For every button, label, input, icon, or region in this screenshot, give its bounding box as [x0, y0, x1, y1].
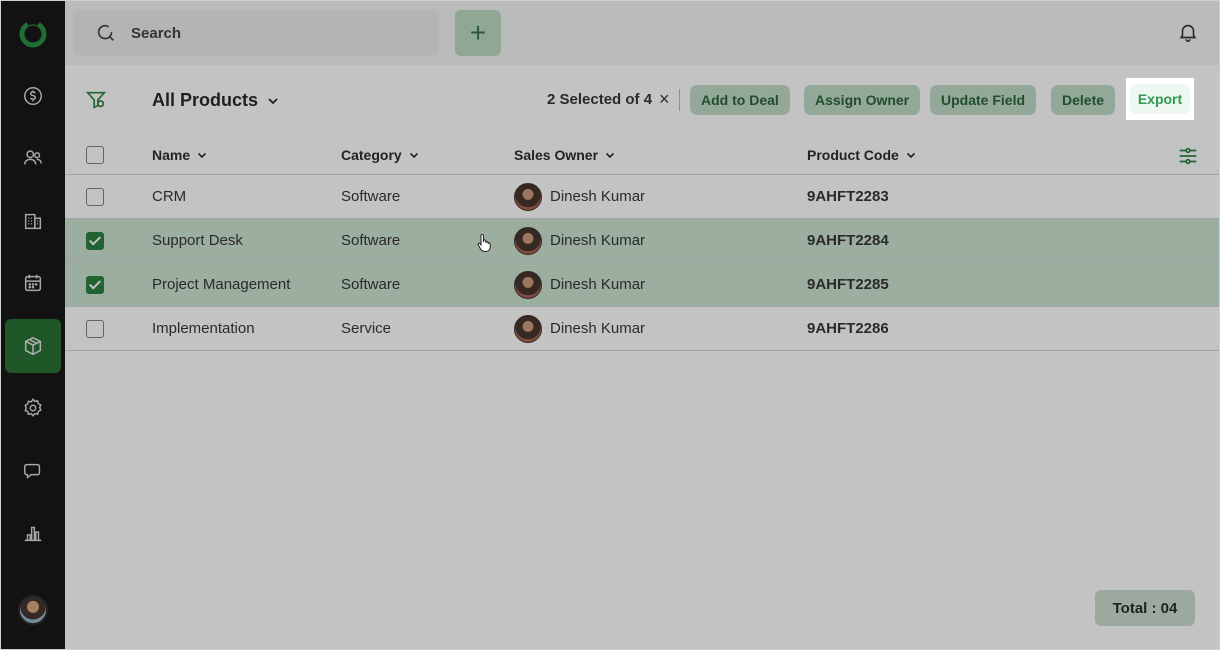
chevron-down-icon: [409, 152, 418, 158]
sales-owner: Dinesh Kumar: [514, 307, 645, 350]
column-header-sales-owner[interactable]: Sales Owner: [514, 135, 616, 174]
product-category: Software: [341, 232, 401, 249]
deals-dollar-icon: [24, 87, 42, 105]
product-code: 9AHFT2284: [807, 232, 889, 249]
column-settings-icon[interactable]: [1177, 145, 1199, 167]
search-placeholder: Search: [131, 24, 182, 42]
add-to-deal-button[interactable]: Add to Deal: [690, 85, 790, 115]
table-header-row: Name Category Sales Owner Product Code: [65, 135, 1219, 175]
sales-owner: Dinesh Kumar: [514, 263, 645, 306]
search-icon: [97, 24, 114, 41]
update-field-button[interactable]: Update Field: [930, 85, 1037, 115]
sidebar-item-products[interactable]: [5, 319, 61, 373]
sidebar-item-contacts[interactable]: [5, 131, 61, 185]
notification-bell-icon[interactable]: [1177, 21, 1199, 43]
selection-count: 2 Selected of 4: [547, 91, 653, 108]
table-row[interactable]: CRM Software Dinesh Kumar 9AHFT2283: [65, 175, 1219, 219]
product-name[interactable]: Implementation: [152, 307, 255, 350]
row-checkbox[interactable]: [86, 319, 104, 338]
product-name[interactable]: Support Desk: [152, 219, 243, 262]
table-row[interactable]: Support Desk Software Dinesh Kumar 9AHFT…: [65, 219, 1219, 263]
view-title: All Products: [152, 90, 259, 110]
row-checkbox[interactable]: [86, 231, 104, 250]
app-window: Search + All Products 2 Selected of 4 × …: [0, 0, 1220, 650]
chat-icon: [24, 463, 41, 479]
settings-gear-icon: [24, 398, 42, 417]
assign-owner-button[interactable]: Assign Owner: [804, 85, 921, 115]
column-header-product-code[interactable]: Product Code: [807, 135, 917, 174]
sidebar: [1, 1, 65, 649]
products-table: Name Category Sales Owner Product Code C…: [65, 135, 1219, 351]
search-bar[interactable]: Search: [73, 10, 439, 56]
reports-chart-icon: [24, 526, 42, 542]
sidebar-item-chat[interactable]: [5, 444, 61, 498]
filter-icon[interactable]: [85, 89, 107, 111]
app-logo-icon[interactable]: [18, 19, 48, 49]
export-highlight: Export: [1126, 78, 1194, 120]
product-code: 9AHFT2283: [807, 188, 889, 205]
add-button[interactable]: +: [455, 10, 501, 56]
sidebar-item-calendar[interactable]: [5, 256, 61, 310]
delete-button[interactable]: Delete: [1051, 85, 1116, 115]
column-header-name[interactable]: Name: [152, 135, 208, 174]
sidebar-item-companies[interactable]: [5, 194, 61, 248]
view-selector[interactable]: All Products: [152, 90, 280, 111]
avatar: [514, 314, 542, 343]
product-category: Software: [341, 188, 401, 205]
total-count: Total : 04: [1095, 590, 1195, 626]
product-name[interactable]: Project Management: [152, 263, 290, 306]
products-box-icon: [24, 336, 42, 356]
sidebar-item-deals[interactable]: [5, 69, 61, 123]
table-row[interactable]: Implementation Service Dinesh Kumar 9AHF…: [65, 307, 1219, 351]
sidebar-item-settings[interactable]: [5, 381, 61, 435]
export-button[interactable]: Export: [1129, 84, 1191, 114]
clear-selection-button[interactable]: ×: [659, 89, 670, 110]
chevron-down-icon: [268, 97, 278, 104]
product-category: Service: [341, 320, 392, 337]
table-row[interactable]: Project Management Software Dinesh Kumar…: [65, 263, 1219, 307]
company-building-icon: [24, 213, 42, 230]
sales-owner: Dinesh Kumar: [514, 219, 645, 262]
top-bar: Search +: [65, 1, 1219, 65]
avatar: [514, 226, 542, 255]
avatar: [514, 270, 542, 299]
chevron-down-icon: [605, 152, 615, 158]
avatar: [514, 182, 542, 211]
select-all-checkbox[interactable]: [86, 145, 104, 164]
contacts-icon: [24, 150, 42, 165]
hand-cursor-icon: [477, 234, 491, 252]
chevron-down-icon: [198, 152, 207, 158]
product-name[interactable]: CRM: [152, 175, 186, 218]
row-checkbox[interactable]: [86, 275, 104, 294]
list-toolbar: All Products 2 Selected of 4 × Add to De…: [65, 65, 1219, 135]
divider: [679, 89, 680, 111]
sales-owner: Dinesh Kumar: [514, 175, 645, 218]
user-avatar[interactable]: [18, 595, 48, 625]
product-code: 9AHFT2285: [807, 276, 889, 293]
row-checkbox[interactable]: [86, 187, 104, 206]
chevron-down-icon: [906, 152, 915, 158]
sidebar-item-reports[interactable]: [5, 506, 61, 560]
calendar-icon: [24, 274, 42, 292]
product-code: 9AHFT2286: [807, 320, 889, 337]
product-category: Software: [341, 276, 401, 293]
column-header-category[interactable]: Category: [341, 135, 420, 174]
